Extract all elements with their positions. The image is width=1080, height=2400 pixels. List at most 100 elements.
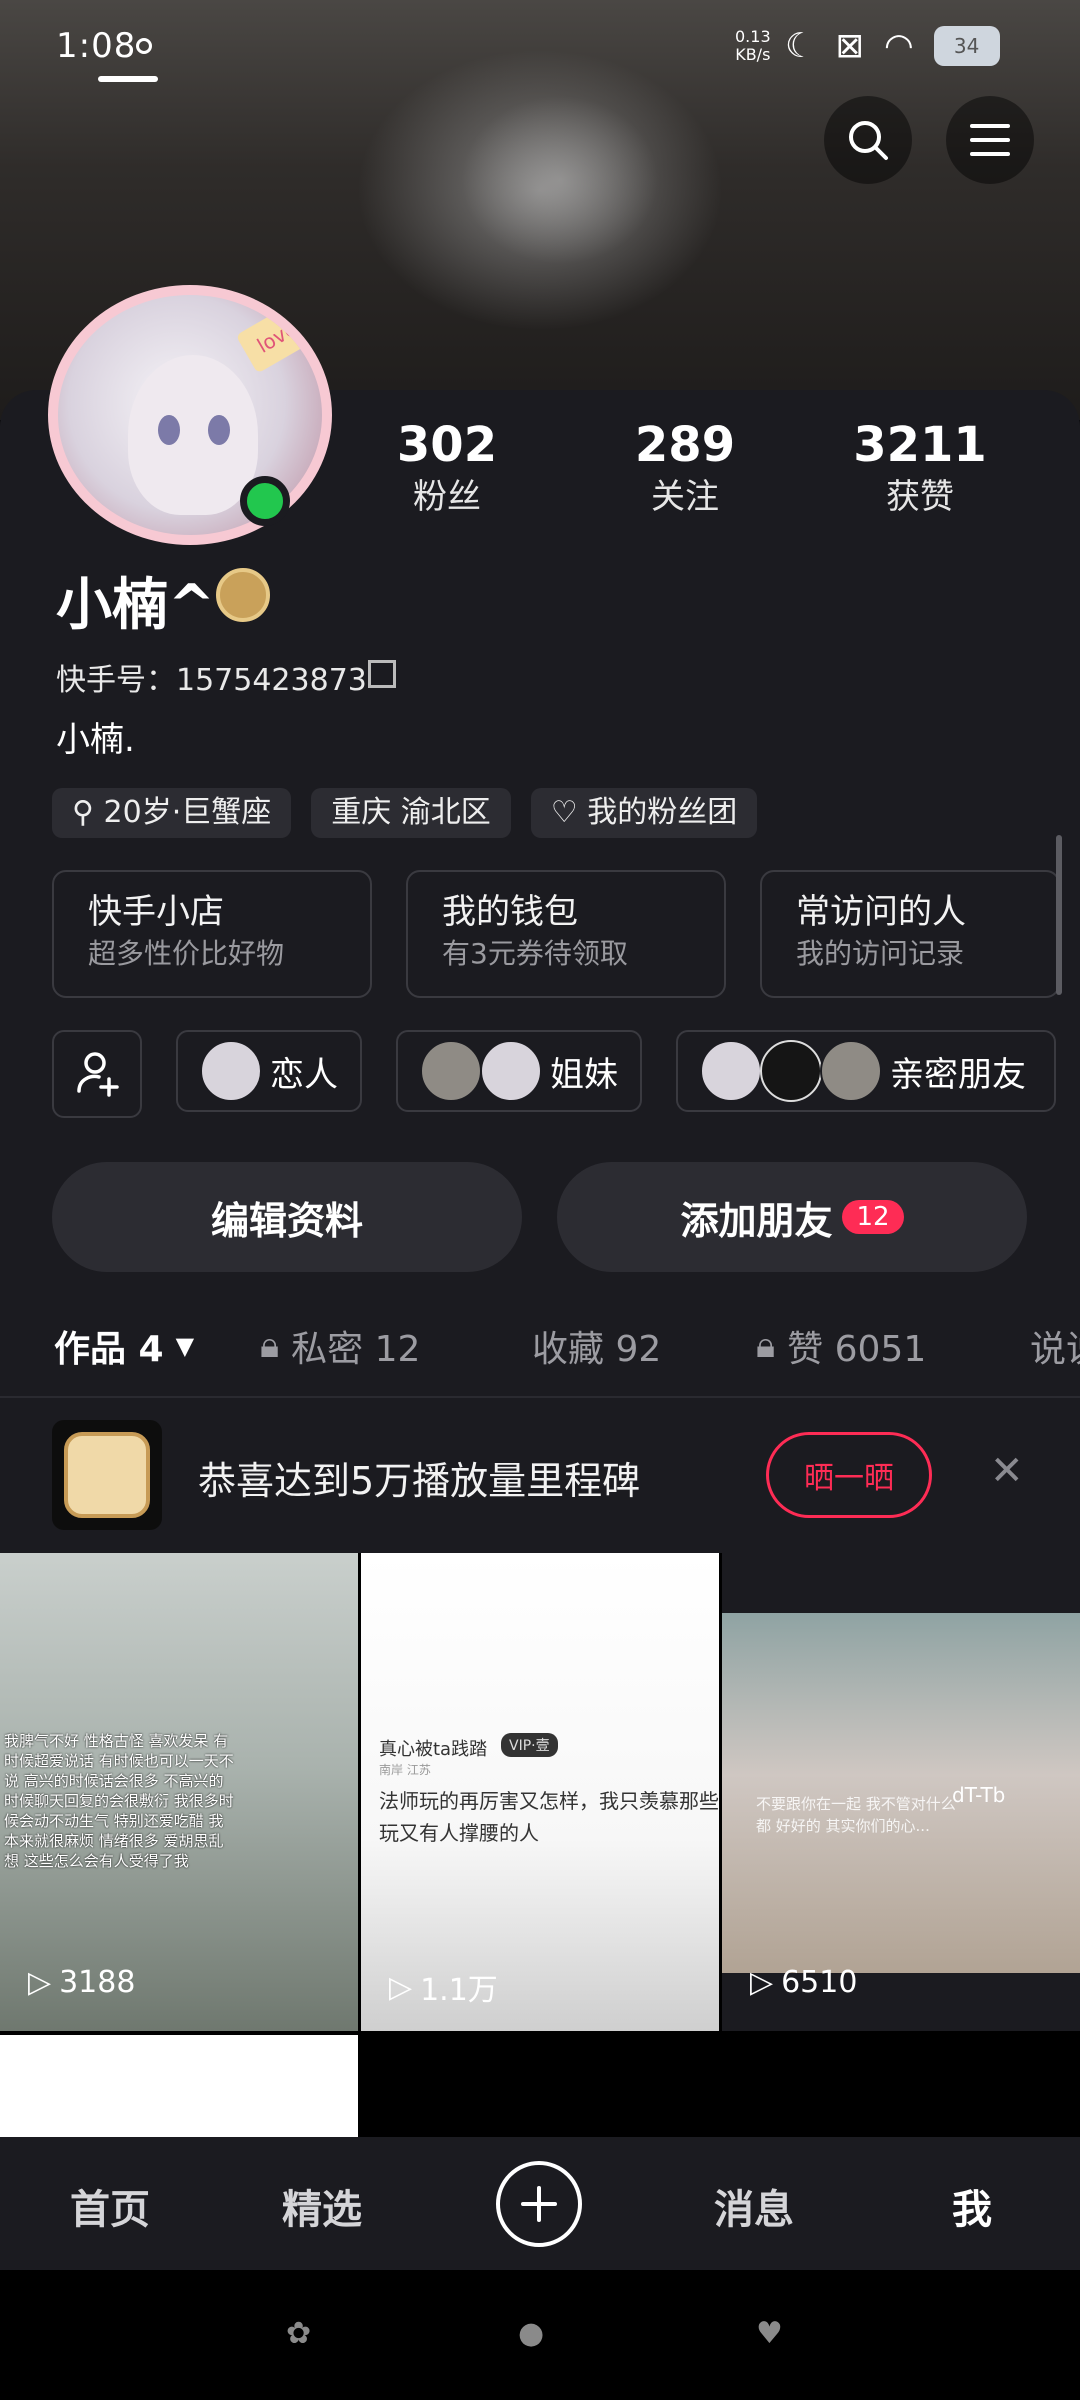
friend-avatar	[200, 1040, 262, 1102]
stat-value: 289	[634, 417, 736, 473]
video-tile[interactable]: 不要跟你在一起 我不管对什么都 好好的 其实你们的心... dT-Tb ▷ 65…	[722, 1553, 1080, 2031]
nav-featured[interactable]: 精选	[282, 2177, 362, 2235]
add-user-icon	[77, 1052, 119, 1097]
friend-avatar	[700, 1040, 762, 1102]
nav-home[interactable]: 首页	[70, 2177, 150, 2235]
avatar-face	[128, 355, 258, 515]
friend-label: 亲密朋友	[890, 1054, 1026, 1095]
card-title: 我的钱包	[442, 892, 578, 932]
friend-label: 恋人	[270, 1054, 338, 1095]
user-id[interactable]: 快手号：1575423873	[56, 655, 367, 699]
friend-chip-close-friends[interactable]: 亲密朋友	[676, 1030, 1056, 1112]
net-speed-value: 0.13	[735, 27, 771, 46]
creator-badge-icon[interactable]	[216, 568, 270, 622]
tab-label: 作品 4	[54, 1329, 164, 1370]
notification-dot-icon	[136, 38, 152, 54]
create-button[interactable]	[496, 2161, 582, 2247]
card-wallet[interactable]: 我的钱包 有3元券待领取	[406, 870, 726, 998]
share-milestone-button[interactable]: 晒一晒	[766, 1432, 932, 1518]
chip-age[interactable]: ⚲ 20岁·巨蟹座	[52, 788, 292, 838]
chip-location[interactable]: 重庆 渝北区	[311, 788, 511, 838]
video-overlay-text: 法师玩的再厉害又怎样，我只羡慕那些玩又有人撑腰的人	[379, 1789, 719, 1845]
tab-private[interactable]: 🔒︎ 私密 12	[260, 1320, 420, 1372]
stat-likes[interactable]: 3211 获赞	[845, 415, 995, 519]
menu-button[interactable]	[946, 96, 1034, 184]
qr-code-icon[interactable]	[368, 660, 396, 688]
vip-badge: VIP·壹	[501, 1733, 558, 1757]
card-frequent-visitors[interactable]: 常访问的人 我的访问记录	[760, 870, 1060, 998]
chip-age-text: 20岁·巨蟹座	[103, 795, 272, 830]
scrollbar[interactable]	[1056, 835, 1062, 995]
paw-icon[interactable]: ✿	[286, 2316, 311, 2351]
add-friend-button[interactable]: 添加朋友 12	[557, 1162, 1027, 1272]
profile-chips: ⚲ 20岁·巨蟹座 重庆 渝北区 ♡ 我的粉丝团	[52, 788, 758, 838]
add-friend-label: 添加朋友	[680, 1198, 833, 1243]
video-overlay-text: 我脾气不好 性格古怪 喜欢发呆 有时候超爱说话 有时候也可以一天不说 高兴的时候…	[4, 1732, 234, 1870]
play-count-value: 3188	[59, 1965, 136, 2000]
friend-avatar	[480, 1040, 542, 1102]
menu-icon	[970, 124, 1010, 156]
network-speed: 0.13 KB/s	[735, 28, 771, 64]
tab-label: 说说	[1030, 1329, 1080, 1370]
stat-label: 关注	[651, 477, 719, 517]
card-subtitle: 有3元券待领取	[442, 937, 628, 970]
friend-chip-sisters[interactable]: 姐妹	[396, 1030, 642, 1112]
edit-profile-label: 编辑资料	[210, 1198, 363, 1243]
content-tabs: 作品 4 ▼ 🔒︎ 私密 12 收藏 92 🔒︎ 赞 6051 说说	[0, 1310, 1080, 1390]
friend-chip-lover[interactable]: 恋人	[176, 1030, 362, 1112]
heart-icon[interactable]: ♥	[756, 2316, 783, 2351]
feature-cards: 快手小店 超多性价比好物 我的钱包 有3元券待领取 常访问的人 我的访问记录	[52, 870, 1060, 998]
edit-profile-button[interactable]: 编辑资料	[52, 1162, 522, 1272]
nav-messages[interactable]: 消息	[714, 2177, 794, 2235]
nav-me[interactable]: 我	[952, 2177, 992, 2235]
card-shop[interactable]: 快手小店 超多性价比好物	[52, 870, 372, 998]
search-icon	[849, 121, 888, 160]
stat-label: 获赞	[886, 477, 954, 517]
play-icon: ▷	[389, 1969, 413, 2005]
video-tile[interactable]	[0, 2035, 358, 2137]
friend-avatar	[420, 1040, 482, 1102]
play-count-value: 6510	[781, 1965, 858, 2000]
friend-avatar	[760, 1040, 822, 1102]
card-subtitle: 超多性价比好物	[88, 937, 285, 970]
play-icon: ▷	[750, 1965, 774, 2000]
video-grid: 我脾气不好 性格古怪 喜欢发呆 有时候超爱说话 有时候也可以一天不说 高兴的时候…	[0, 1553, 1080, 2137]
moon-icon: ☾	[785, 26, 816, 66]
status-icons: ☾ ⊠ ◠ 34	[785, 24, 1000, 68]
stat-value: 3211	[853, 417, 987, 473]
video-header: 真心被ta践踏	[379, 1739, 488, 1760]
avatar-eye	[208, 415, 230, 445]
stat-fans[interactable]: 302 粉丝	[372, 415, 522, 519]
tab-label: 收藏 92	[532, 1329, 662, 1370]
tab-liked[interactable]: 🔒︎ 赞 6051	[756, 1320, 926, 1372]
bio: 小楠.	[56, 720, 135, 760]
milestone-banner[interactable]: 恭喜达到5万播放量里程碑 晒一晒 ✕	[0, 1398, 1080, 1553]
stat-value: 302	[396, 417, 498, 473]
tab-works[interactable]: 作品 4 ▼	[54, 1320, 194, 1372]
bear-icon[interactable]: ●	[518, 2316, 544, 2351]
friend-label: 姐妹	[550, 1054, 618, 1095]
close-icon[interactable]: ✕	[990, 1448, 1024, 1494]
search-button[interactable]	[824, 96, 912, 184]
add-friend-count-badge: 12	[842, 1200, 904, 1234]
video-watermark: dT-Tb	[952, 1783, 1006, 1807]
stat-following[interactable]: 289 关注	[610, 415, 760, 519]
sim-off-icon: ⊠	[835, 26, 864, 66]
tab-moments[interactable]: 说说	[1030, 1320, 1080, 1372]
add-intimate-friend-button[interactable]	[52, 1030, 142, 1118]
friend-avatar	[820, 1040, 882, 1102]
chip-fan-group[interactable]: ♡ 我的粉丝团	[530, 788, 758, 838]
lock-icon: 🔒︎	[756, 1325, 776, 1366]
stat-label: 粉丝	[413, 477, 481, 517]
play-count-value: 1.1万	[420, 1973, 498, 2008]
play-count: ▷ 1.1万	[389, 1965, 498, 2009]
net-speed-unit: KB/s	[735, 45, 771, 64]
card-title: 快手小店	[88, 892, 224, 932]
video-tile[interactable]: 我脾气不好 性格古怪 喜欢发呆 有时候超爱说话 有时候也可以一天不说 高兴的时候…	[0, 1553, 358, 2031]
tab-label: 赞 6051	[787, 1329, 927, 1370]
video-tile[interactable]: 真心被ta践踏 VIP·壹 南岸 江苏 法师玩的再厉害又怎样，我只羡慕那些玩又有…	[361, 1553, 719, 2031]
gender-icon: ⚲	[72, 795, 104, 830]
card-subtitle: 我的访问记录	[796, 937, 965, 970]
tab-favorites[interactable]: 收藏 92	[532, 1320, 661, 1372]
card-title: 常访问的人	[796, 892, 966, 932]
